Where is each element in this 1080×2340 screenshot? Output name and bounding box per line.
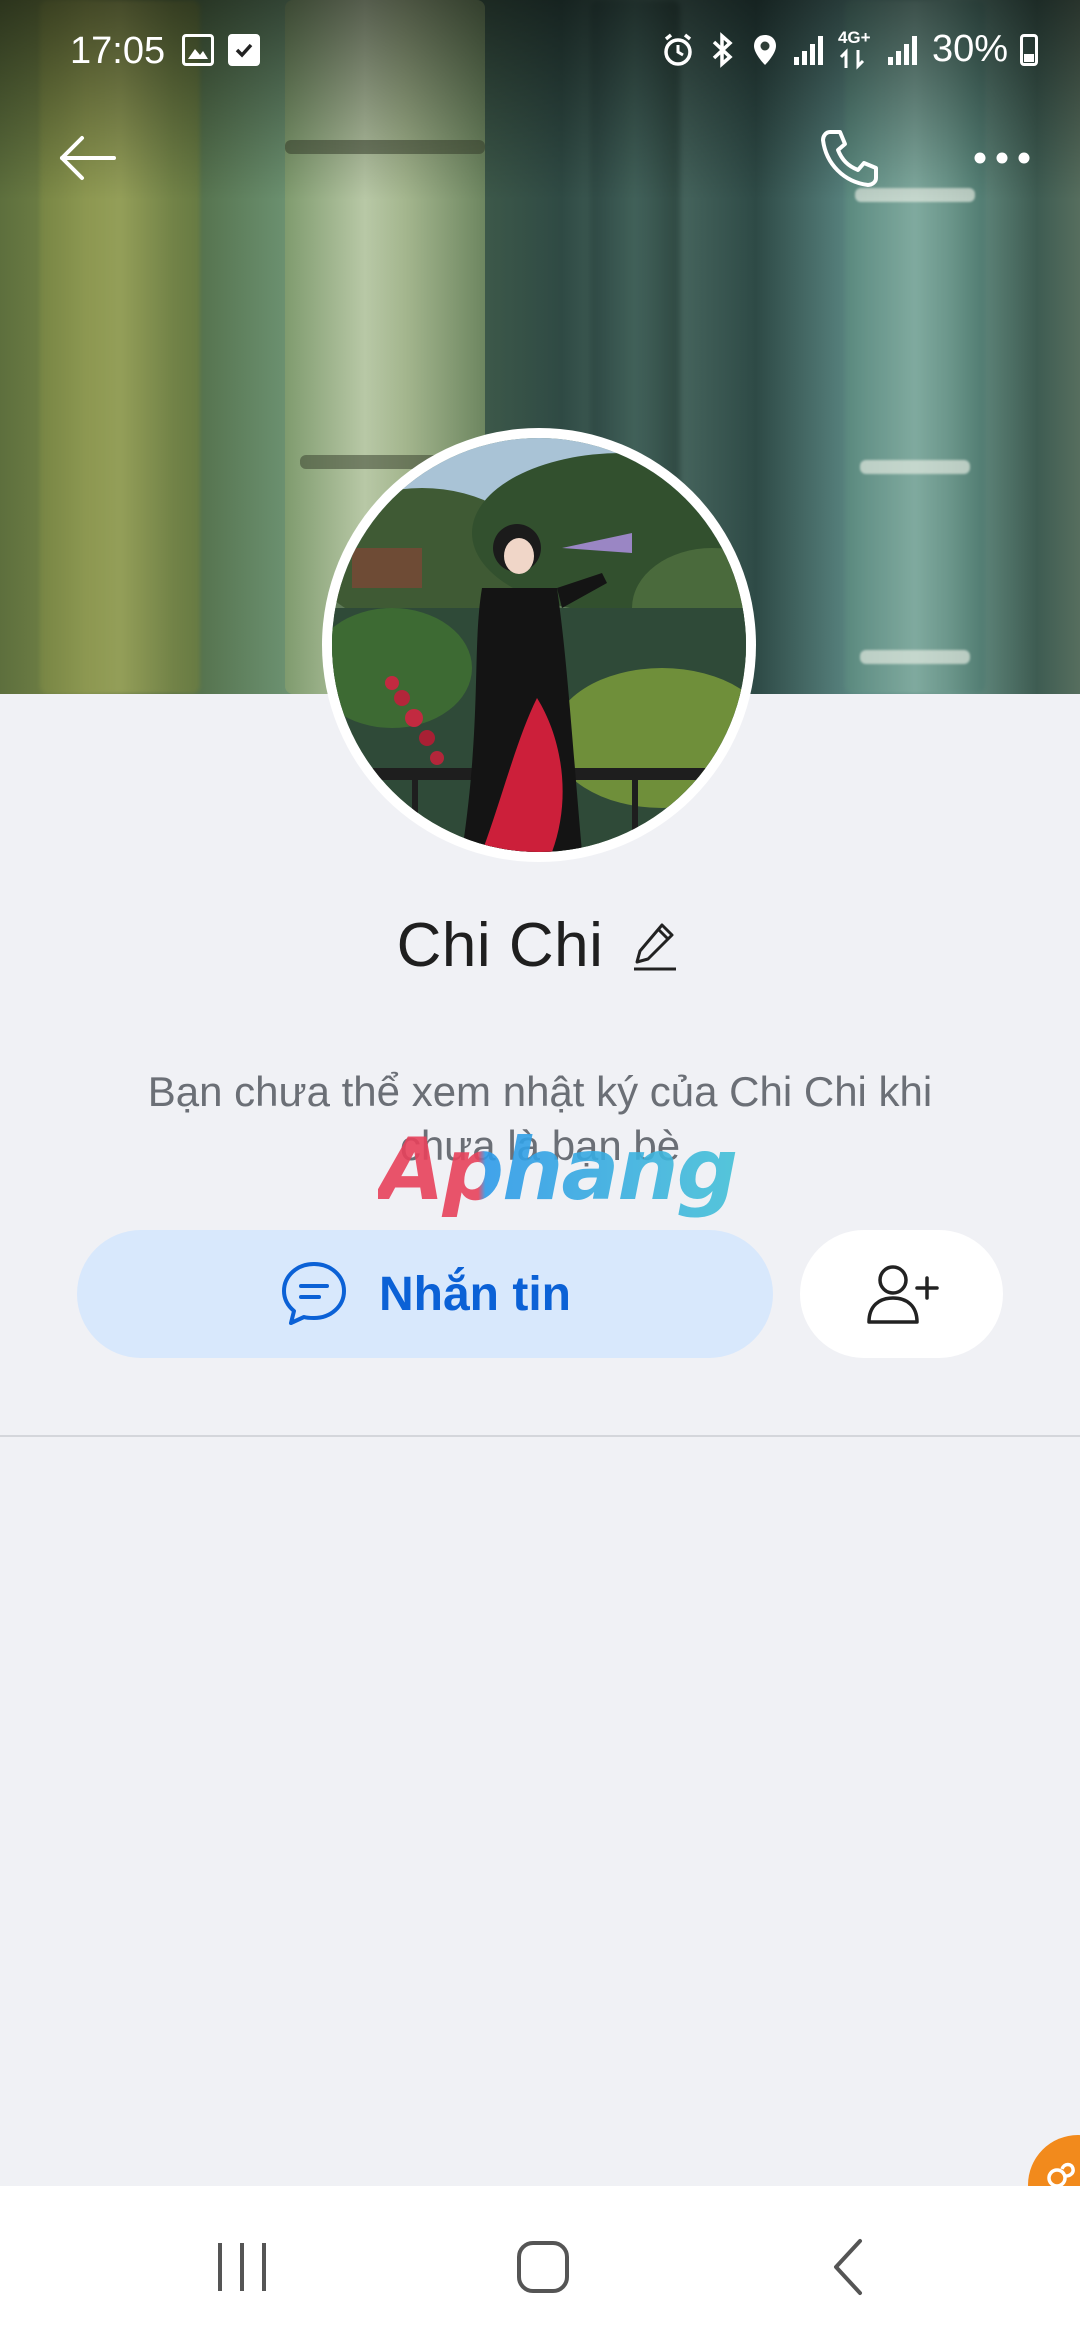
profile-avatar[interactable] (322, 428, 756, 862)
location-icon (753, 34, 776, 65)
signal-icon (793, 35, 823, 65)
phone-icon (821, 130, 878, 187)
battery-percent: 30% (931, 28, 1008, 70)
edit-name-button[interactable] (627, 918, 683, 974)
pencil-icon (634, 923, 677, 970)
call-button[interactable] (810, 118, 890, 198)
message-button-label: Nhắn tin (379, 1267, 571, 1321)
home-icon (517, 2241, 569, 2293)
alarm-icon (664, 33, 692, 66)
battery-icon (1020, 33, 1038, 66)
more-button[interactable] (962, 118, 1042, 198)
avatar-photo (332, 438, 746, 852)
bamboo-node (860, 460, 970, 474)
profile-name: Chi Chi (396, 911, 604, 980)
message-button[interactable]: Nhắn tin (77, 1230, 773, 1358)
arrow-left-icon (60, 136, 116, 180)
signal-icon (887, 35, 917, 65)
recent-apps-button[interactable] (197, 2222, 287, 2312)
system-back-button[interactable] (803, 2222, 893, 2312)
status-bar: 17:05 4G+ 30% (0, 0, 1080, 80)
section-divider (0, 1435, 1080, 1437)
4g-lte-icon: 4G+ (837, 27, 874, 70)
user-plus-icon (866, 1265, 939, 1324)
more-horizontal-icon (974, 152, 1030, 164)
chat-bubble-icon (282, 1262, 346, 1325)
status-time: 17:05 (70, 30, 166, 72)
status-system-icons: 4G+ 30% (660, 28, 1038, 71)
gallery-icon (182, 34, 214, 66)
bamboo-node (860, 650, 970, 664)
checkbox-icon (228, 34, 260, 66)
home-button[interactable] (498, 2222, 588, 2312)
add-friend-button[interactable] (800, 1230, 1003, 1358)
bluetooth-icon (712, 31, 733, 68)
profile-name-row: Chi Chi (0, 910, 1080, 981)
system-nav-bar (0, 2186, 1080, 2340)
back-button[interactable] (48, 118, 128, 198)
watermark-logo: Aphang (378, 1120, 738, 1220)
network-type-label: 4G+ (837, 27, 871, 47)
recent-apps-icon (218, 2243, 266, 2291)
status-notification-icons (182, 34, 260, 66)
back-chevron-icon (834, 2239, 862, 2295)
